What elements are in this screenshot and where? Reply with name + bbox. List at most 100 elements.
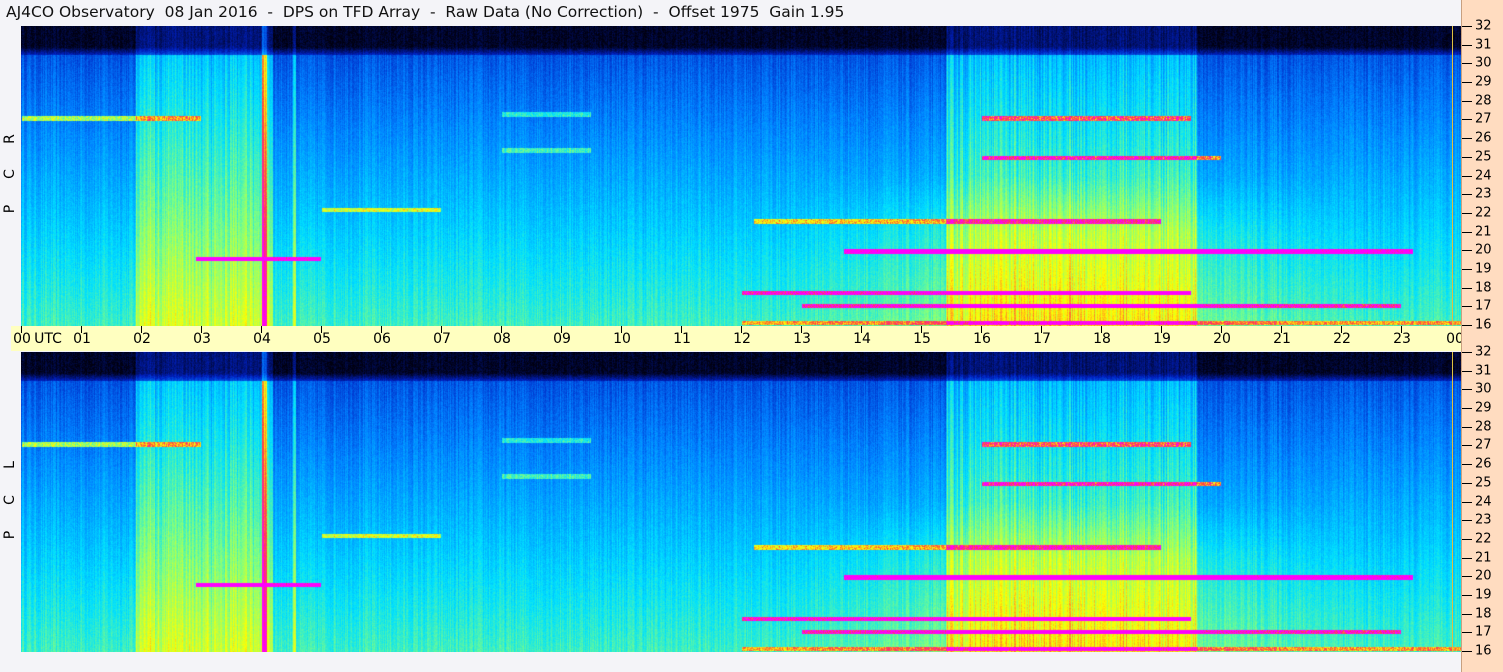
frequency-tick-label: 26 bbox=[1475, 456, 1492, 472]
chart-title: AJ4CO Observatory 08 Jan 2016 - DPS on T… bbox=[6, 3, 845, 21]
time-tick-label: 22 bbox=[1333, 331, 1351, 347]
frequency-tick bbox=[1462, 501, 1472, 503]
rcp-spectrogram bbox=[21, 26, 1461, 326]
frequency-tick bbox=[1462, 594, 1472, 596]
frequency-tick bbox=[1462, 445, 1472, 447]
frequency-tick-label: 23 bbox=[1475, 512, 1492, 528]
time-tick-label: 11 bbox=[673, 331, 691, 347]
frequency-tick-label: 16 bbox=[1475, 317, 1492, 333]
time-tick-label: 12 bbox=[733, 331, 751, 347]
frequency-tick-label: 30 bbox=[1475, 55, 1492, 71]
channel-letter: R bbox=[2, 134, 18, 144]
frequency-tick-label: 16 bbox=[1475, 643, 1492, 659]
lcp-spectrogram bbox=[21, 352, 1461, 652]
frequency-tick-label: 28 bbox=[1475, 93, 1492, 109]
frequency-tick bbox=[1462, 44, 1472, 46]
frequency-tick-label: 17 bbox=[1475, 624, 1492, 640]
frequency-tick bbox=[1462, 306, 1472, 308]
frequency-tick bbox=[1462, 482, 1472, 484]
frequency-tick-label: 21 bbox=[1475, 224, 1492, 240]
frequency-tick bbox=[1462, 63, 1472, 65]
time-tick-label: 20 bbox=[1213, 331, 1231, 347]
channel-letter: C bbox=[2, 495, 18, 505]
edge-marker bbox=[1452, 352, 1453, 652]
time-tick-label: 05 bbox=[313, 331, 331, 347]
channel-letter: P bbox=[2, 530, 18, 540]
frequency-tick bbox=[1462, 370, 1472, 372]
frequency-tick bbox=[1462, 651, 1472, 652]
frequency-tick bbox=[1462, 520, 1472, 522]
frequency-tick-label: 25 bbox=[1475, 475, 1492, 491]
frequency-tick-label: 17 bbox=[1475, 298, 1492, 314]
time-tick-label: 09 bbox=[553, 331, 571, 347]
frequency-tick bbox=[1462, 119, 1472, 121]
frequency-tick-label: 25 bbox=[1475, 149, 1492, 165]
lcp-spectrogram-canvas bbox=[21, 352, 1461, 652]
time-tick-label: 16 bbox=[973, 331, 991, 347]
time-tick-label: 19 bbox=[1153, 331, 1171, 347]
frequency-tick bbox=[1462, 268, 1472, 270]
frequency-axis: 32 31 30 29 28 27 26 25 24 23 22 21 20 19 18 17 16 32 31 30… bbox=[1461, 0, 1503, 672]
frequency-tick bbox=[1462, 408, 1472, 410]
frequency-tick-label: 22 bbox=[1475, 205, 1492, 221]
frequency-tick-label: 24 bbox=[1475, 168, 1492, 183]
time-tick-label: 04 bbox=[253, 331, 271, 347]
frequency-tick-label: 31 bbox=[1475, 363, 1492, 379]
frequency-tick bbox=[1462, 557, 1472, 559]
frequency-tick bbox=[1462, 194, 1472, 196]
frequency-tick bbox=[1462, 250, 1472, 252]
time-tick-label: 06 bbox=[373, 331, 391, 347]
frequency-tick-label: 31 bbox=[1475, 37, 1492, 53]
time-tick-label: 21 bbox=[1273, 331, 1291, 347]
frequency-tick-label: 22 bbox=[1475, 531, 1492, 547]
frequency-tick-label: 26 bbox=[1475, 130, 1492, 146]
time-axis: 00 01 02 03 04 05 06 07 08 09 10 11 12 13 14 15 16 17 18 19… bbox=[11, 326, 1502, 351]
rcp-spectrogram-canvas bbox=[21, 26, 1461, 326]
time-tick-label: 07 bbox=[433, 331, 451, 347]
frequency-tick bbox=[1462, 287, 1472, 289]
frequency-tick-label: 19 bbox=[1475, 587, 1492, 603]
frequency-tick bbox=[1462, 138, 1472, 140]
frequency-tick bbox=[1462, 632, 1472, 634]
frequency-tick bbox=[1462, 100, 1472, 102]
frequency-tick-label: 18 bbox=[1475, 280, 1492, 296]
frequency-tick bbox=[1462, 325, 1472, 326]
channel-letter: C bbox=[2, 169, 18, 179]
time-tick-label: 13 bbox=[793, 331, 811, 347]
edge-marker bbox=[1452, 26, 1453, 326]
time-tick-label: 02 bbox=[133, 331, 151, 347]
frequency-tick-label: 18 bbox=[1475, 606, 1492, 622]
channel-letter: P bbox=[2, 204, 18, 214]
frequency-tick bbox=[1462, 576, 1472, 578]
frequency-tick bbox=[1462, 156, 1472, 158]
frequency-tick-label: 21 bbox=[1475, 550, 1492, 566]
frequency-tick bbox=[1462, 389, 1472, 391]
frequency-tick-label: 23 bbox=[1475, 186, 1492, 202]
frequency-tick bbox=[1462, 26, 1472, 27]
frequency-tick bbox=[1462, 613, 1472, 615]
frequency-tick bbox=[1462, 426, 1472, 428]
frequency-tick-label: 24 bbox=[1475, 494, 1492, 509]
channel-letter: L bbox=[2, 461, 18, 469]
time-tick-label: 23 bbox=[1393, 331, 1411, 347]
frequency-tick-label: 32 bbox=[1475, 344, 1492, 360]
frequency-tick bbox=[1462, 175, 1472, 177]
time-tick-label: 00 bbox=[13, 331, 31, 347]
time-tick-label: 14 bbox=[853, 331, 871, 347]
time-tick-label: 17 bbox=[1033, 331, 1051, 347]
frequency-tick bbox=[1462, 212, 1472, 214]
time-tick-label: 08 bbox=[493, 331, 511, 347]
frequency-tick-label: 20 bbox=[1475, 568, 1492, 584]
time-tick-label: 03 bbox=[193, 331, 211, 347]
frequency-tick bbox=[1462, 352, 1472, 353]
frequency-tick-label: 29 bbox=[1475, 400, 1492, 416]
time-tick-label: 01 bbox=[73, 331, 91, 347]
frequency-tick bbox=[1462, 464, 1472, 466]
time-tick-label: 18 bbox=[1093, 331, 1111, 347]
frequency-tick-label: 32 bbox=[1475, 18, 1492, 34]
time-tick-label: 10 bbox=[613, 331, 631, 347]
frequency-tick-label: 30 bbox=[1475, 381, 1492, 397]
frequency-tick-label: 27 bbox=[1475, 437, 1492, 453]
frequency-tick-label: 20 bbox=[1475, 242, 1492, 258]
utc-label: UTC bbox=[34, 331, 62, 347]
